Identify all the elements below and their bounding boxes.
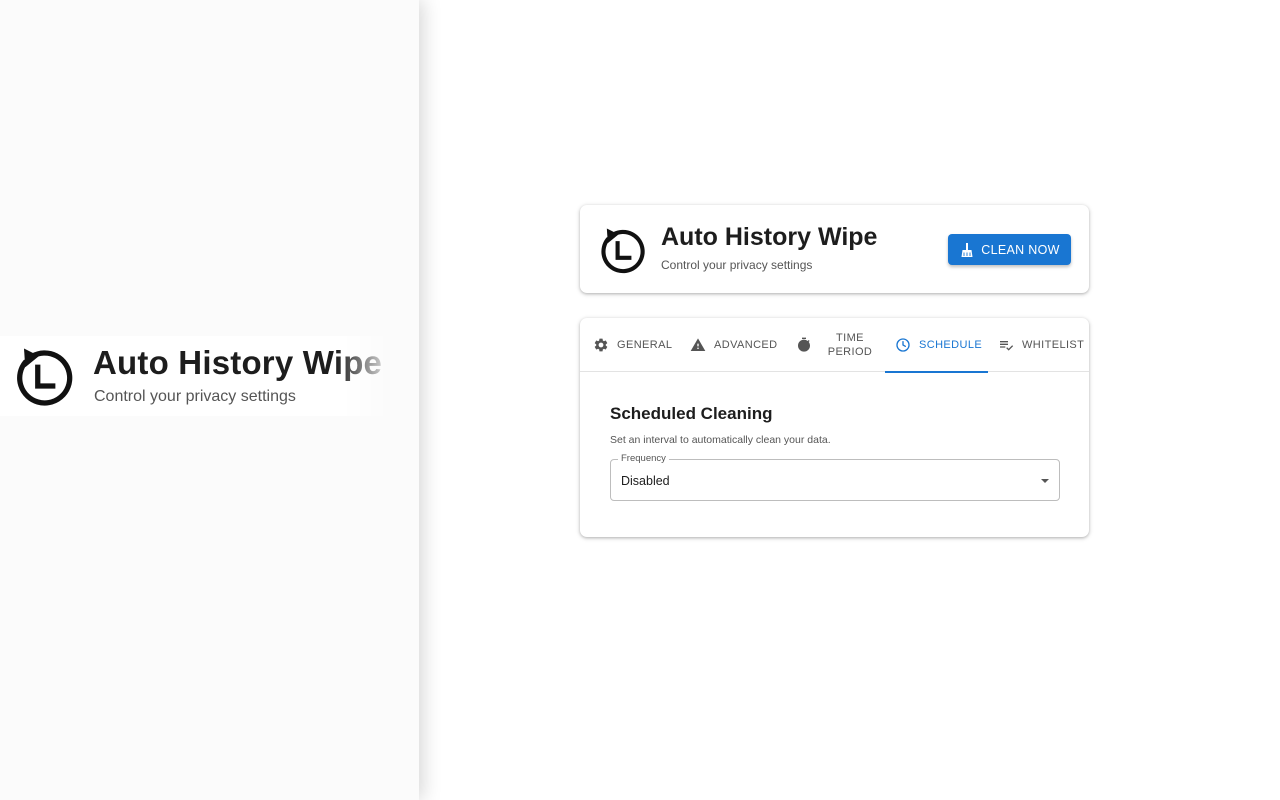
tab-schedule[interactable]: SCHEDULE xyxy=(885,318,988,373)
clock-icon xyxy=(896,338,910,352)
history-logo-icon xyxy=(601,228,645,274)
gear-icon xyxy=(594,338,608,352)
promo-subtitle: Control your privacy settings xyxy=(94,388,296,405)
promo-banner: Auto History Wipe Control your privacy s… xyxy=(0,336,395,416)
frequency-label: Frequency xyxy=(618,453,669,464)
tab-advanced[interactable]: ADVANCED xyxy=(690,318,786,372)
frequency-value: Disabled xyxy=(621,474,670,488)
app-subtitle: Control your privacy settings xyxy=(661,258,813,272)
promo-panel: Auto History Wipe Control your privacy s… xyxy=(0,0,419,800)
warning-icon xyxy=(690,338,706,351)
header-card: Auto History Wipe Control your privacy s… xyxy=(580,205,1089,293)
section-title: Scheduled Cleaning xyxy=(610,404,773,423)
timer-icon xyxy=(798,337,810,352)
tab-general-label: GENERAL xyxy=(617,339,673,351)
tab-time-period-label: TIME PERIOD xyxy=(827,332,873,358)
tab-time-period[interactable]: TIME PERIOD xyxy=(796,318,880,372)
frequency-select[interactable]: Frequency Disabled xyxy=(610,453,1060,501)
tab-advanced-label: ADVANCED xyxy=(714,339,778,351)
section-description: Set an interval to automatically clean y… xyxy=(610,434,831,446)
clean-now-label: CLEAN NOW xyxy=(981,242,1060,257)
clean-now-button[interactable]: CLEAN NOW xyxy=(948,234,1071,265)
tab-schedule-label: SCHEDULE xyxy=(919,339,983,351)
promo-title: Auto History Wipe xyxy=(93,344,383,381)
dropdown-arrow-icon xyxy=(1041,479,1049,483)
broom-icon xyxy=(961,242,973,257)
history-logo-icon xyxy=(17,348,73,406)
tab-whitelist-label: WHITELIST xyxy=(1022,339,1085,351)
app-title: Auto History Wipe xyxy=(661,223,878,251)
playlist-check-icon xyxy=(1000,341,1014,351)
settings-tabs: GENERAL ADVANCED TIME PERIOD SCHEDULE WH… xyxy=(580,318,1089,373)
tab-general[interactable]: GENERAL xyxy=(593,318,683,372)
settings-card: GENERAL ADVANCED TIME PERIOD SCHEDULE WH… xyxy=(580,318,1089,537)
tab-whitelist[interactable]: WHITELIST xyxy=(998,318,1089,372)
